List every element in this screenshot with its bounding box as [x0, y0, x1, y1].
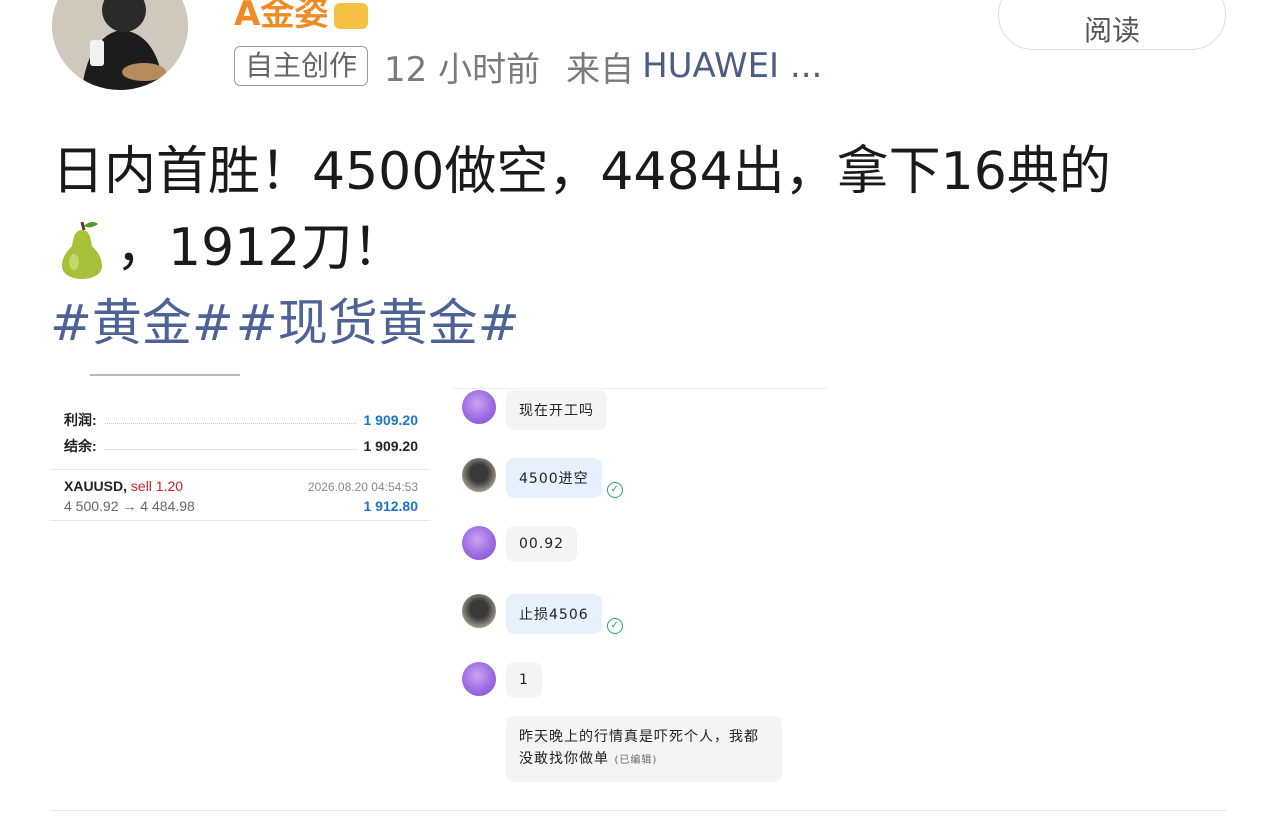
- chat-message: 1: [462, 662, 542, 698]
- read-count-button[interactable]: 阅读: [998, 0, 1226, 50]
- trade-symbol: XAUUSD,: [64, 478, 128, 494]
- divider: [50, 469, 430, 470]
- sender-avatar: [462, 594, 496, 628]
- chat-bubble: 昨天晚上的行情真是吓死个人，我都没敢找你做单 (已编辑): [506, 716, 782, 782]
- trade-profit: 1 912.80: [363, 498, 419, 514]
- contact-avatar: [462, 662, 496, 696]
- chat-message: 00.92: [462, 526, 578, 562]
- divider: [452, 388, 828, 389]
- chat-bubble: 现在开工吗: [506, 390, 607, 430]
- dotted-leader: [104, 416, 356, 424]
- sender-avatar: [462, 458, 496, 492]
- post-text-line-2: ，1912刀！: [116, 218, 405, 278]
- trade-entry: XAUUSD, sell 1.20 2026.08.20 04:54:53 4 …: [64, 478, 418, 514]
- chat-screenshot-image[interactable]: 现在开工吗 4500进空 ✓ 00.92 止损4506 ✓ 1 昨天晚上的行情真…: [452, 384, 828, 782]
- divider: [50, 520, 430, 521]
- chat-bubble: 1: [506, 662, 542, 698]
- edited-label: (已编辑): [614, 755, 658, 766]
- post-text-line-2-wrap: ，1912刀！: [52, 210, 1232, 286]
- chat-message: 现在开工吗: [462, 390, 607, 430]
- contact-avatar: [462, 390, 496, 424]
- chat-bubble: 4500进空: [506, 458, 602, 498]
- hashtag-spot-gold[interactable]: #现货黄金#: [236, 294, 520, 352]
- chat-bubble: 止损4506: [506, 594, 602, 634]
- hashtag-gold[interactable]: #黄金#: [50, 294, 234, 352]
- author-name-text[interactable]: A金姿: [234, 0, 328, 34]
- balance-row: 结余: 1 909.20: [64, 435, 418, 457]
- hashtag-list: #黄金##现货黄金#: [50, 290, 522, 356]
- trade-direction: sell 1.20: [130, 478, 184, 494]
- check-circle-icon: ✓: [606, 618, 623, 634]
- author-avatar[interactable]: [52, 0, 188, 90]
- dotted-leader: [104, 442, 356, 450]
- post-meta: 自主创作 12 小时前 来自 HUAWEI ...: [234, 44, 822, 90]
- balance-label: 结余:: [64, 438, 97, 454]
- author-name[interactable]: A金姿: [234, 0, 369, 35]
- cropped-header: [90, 374, 240, 384]
- pear-emoji-icon: [62, 221, 102, 279]
- contact-avatar: [462, 526, 496, 560]
- chat-message: 4500进空 ✓: [462, 458, 623, 498]
- vip-badge-icon: [334, 2, 369, 29]
- profit-row: 利润: 1 909.20: [64, 409, 418, 431]
- chat-bubble: 00.92: [506, 526, 578, 562]
- post-text-line-1: 日内首胜！4500做空，4484出，拿下16典的: [52, 142, 1111, 202]
- source-device-link[interactable]: HUAWEI ...: [642, 46, 822, 86]
- trade-result-image[interactable]: 利润: 1 909.20 结余: 1 909.20 XAUUSD, sell 1…: [50, 368, 430, 528]
- trade-timestamp: 2026.08.20 04:54:53: [307, 480, 418, 494]
- post-body: 日内首胜！4500做空，4484出，拿下16典的 ，1912刀！: [52, 134, 1232, 286]
- post-time: 12 小时前: [384, 49, 541, 90]
- original-content-tag: 自主创作: [234, 46, 369, 86]
- read-label: 阅读: [1083, 14, 1140, 47]
- check-circle-icon: ✓: [606, 482, 623, 498]
- chat-message: 昨天晚上的行情真是吓死个人，我都没敢找你做单 (已编辑): [496, 716, 782, 782]
- source-prefix: 来自: [566, 49, 635, 90]
- chat-message: 止损4506 ✓: [462, 594, 623, 634]
- profit-label: 利润:: [64, 412, 97, 428]
- post-bottom-divider: [50, 810, 1226, 811]
- balance-value: 1 909.20: [363, 438, 419, 454]
- profit-value: 1 909.20: [363, 412, 419, 428]
